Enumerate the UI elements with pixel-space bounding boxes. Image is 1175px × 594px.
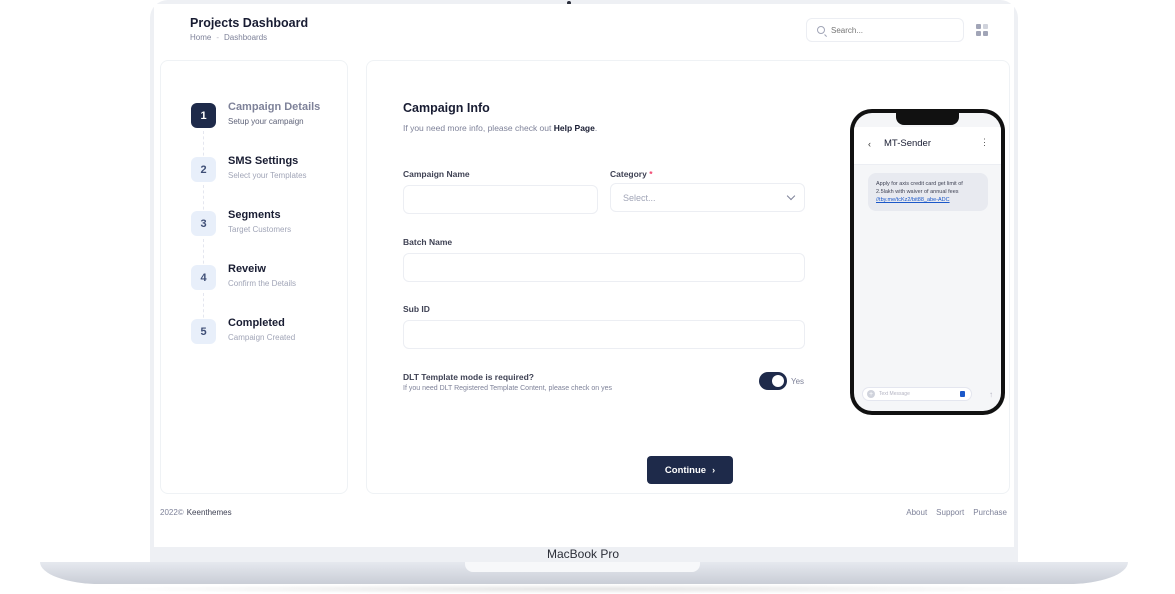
- step-review[interactable]: 4 Reveiw Confirm the Details: [191, 263, 296, 290]
- breadcrumb-separator: -: [216, 33, 220, 42]
- sub-id-label: Sub ID: [403, 304, 430, 314]
- step-desc: Target Customers: [228, 225, 292, 234]
- step-desc: Campaign Created: [228, 333, 296, 342]
- phone-input-placeholder: Text Message: [879, 391, 910, 397]
- phone-message-input: + Text Message: [862, 387, 972, 401]
- search-box[interactable]: [806, 18, 964, 42]
- document-icon: [960, 391, 965, 397]
- breadcrumb-dashboards[interactable]: Dashboards: [224, 33, 267, 42]
- search-input[interactable]: [831, 25, 951, 35]
- batch-name-label: Batch Name: [403, 237, 453, 247]
- form-subtitle: If you need more info, please check out …: [403, 123, 597, 133]
- footer-links: About Support Purchase: [906, 508, 1007, 517]
- phone-header: ‹ MT-Sender ⋮: [854, 127, 1001, 165]
- laptop-base-notch: [465, 562, 700, 572]
- campaign-name-input[interactable]: [403, 185, 598, 214]
- form-card: Campaign Info If you need more info, ple…: [366, 60, 1010, 494]
- step-sms-settings[interactable]: 2 SMS Settings Select your Templates: [191, 155, 307, 182]
- footer-link-about[interactable]: About: [906, 508, 927, 517]
- required-marker: *: [649, 169, 653, 179]
- toggle-knob: [772, 375, 784, 387]
- plus-icon: +: [867, 390, 875, 398]
- footer-link-purchase[interactable]: Purchase: [973, 508, 1007, 517]
- step-title: Reveiw: [228, 263, 266, 275]
- form-heading: Campaign Info: [403, 101, 490, 115]
- step-number: 3: [191, 211, 216, 236]
- step-title: Completed: [228, 317, 285, 329]
- arrow-right-icon: ›: [712, 465, 716, 475]
- step-desc: Setup your campaign: [228, 117, 304, 126]
- footer-brand-link[interactable]: Keenthemes: [187, 508, 232, 517]
- dlt-toggle[interactable]: [759, 372, 787, 390]
- sub-id-input[interactable]: [403, 320, 805, 349]
- search-icon: [817, 26, 825, 34]
- step-completed[interactable]: 5 Completed Campaign Created: [191, 317, 295, 344]
- step-number: 4: [191, 265, 216, 290]
- sms-text: Apply for axis credit card get limit of …: [876, 181, 963, 195]
- step-campaign-details[interactable]: 1 Campaign Details Setup your campaign: [191, 101, 320, 128]
- step-title: Segments: [228, 209, 281, 221]
- step-number: 2: [191, 157, 216, 182]
- grid-menu-icon: [976, 24, 982, 30]
- dlt-question: DLT Template mode is required?: [403, 372, 534, 382]
- phone-preview: ‹ MT-Sender ⋮ Apply for axis credit card…: [850, 109, 1005, 415]
- phone-notch: [896, 113, 959, 125]
- laptop-shadow: [90, 584, 1080, 594]
- page-title: Projects Dashboard: [190, 16, 309, 30]
- back-arrow-icon: ‹: [868, 139, 871, 149]
- dlt-hint: If you need DLT Registered Template Cont…: [403, 385, 612, 392]
- step-title: Campaign Details: [228, 101, 321, 113]
- category-label-text: Category: [610, 169, 647, 179]
- send-icon: ↑: [989, 390, 993, 399]
- step-title: SMS Settings: [228, 155, 299, 167]
- laptop-model-label: MacBook Pro: [546, 547, 620, 561]
- breadcrumb-home[interactable]: Home: [190, 33, 211, 42]
- form-subtitle-text: If you need more info, please check out: [403, 123, 552, 133]
- batch-name-input[interactable]: [403, 253, 805, 282]
- breadcrumb: Home - Dashboards: [190, 33, 267, 42]
- help-page-link[interactable]: Help Page: [554, 123, 595, 133]
- screen: Projects Dashboard Home - Dashboards 1 C…: [154, 4, 1014, 547]
- footer-link-support[interactable]: Support: [936, 508, 964, 517]
- phone-sender: MT-Sender: [884, 138, 931, 149]
- phone-screen: ‹ MT-Sender ⋮ Apply for axis credit card…: [854, 113, 1001, 411]
- form-subtitle-suffix: .: [594, 123, 598, 133]
- continue-button[interactable]: Continue ›: [647, 456, 733, 484]
- more-vertical-icon: ⋮: [980, 137, 989, 147]
- grid-menu-button[interactable]: [969, 18, 995, 42]
- stepper-card: 1 Campaign Details Setup your campaign 2…: [160, 60, 348, 494]
- continue-label: Continue: [664, 464, 707, 476]
- step-desc: Select your Templates: [228, 171, 307, 180]
- dlt-toggle-label: Yes: [791, 377, 805, 386]
- chevron-down-icon: [786, 191, 796, 201]
- copyright-text: 2022©: [160, 508, 184, 517]
- step-segments[interactable]: 3 Segments Target Customers: [191, 209, 291, 236]
- sms-link: //tby.me/tcKz2/bit88_abe-ADC: [876, 197, 950, 203]
- category-select[interactable]: Select...: [610, 183, 805, 212]
- sms-bubble: Apply for axis credit card get limit of …: [868, 173, 988, 211]
- campaign-name-label: Campaign Name: [403, 169, 470, 179]
- footer-copyright: 2022© Keenthemes: [160, 508, 232, 517]
- step-number: 5: [191, 319, 216, 344]
- category-label: Category *: [610, 169, 653, 179]
- step-number: 1: [191, 103, 216, 128]
- category-select-value: Select...: [623, 192, 656, 203]
- step-desc: Confirm the Details: [228, 279, 297, 288]
